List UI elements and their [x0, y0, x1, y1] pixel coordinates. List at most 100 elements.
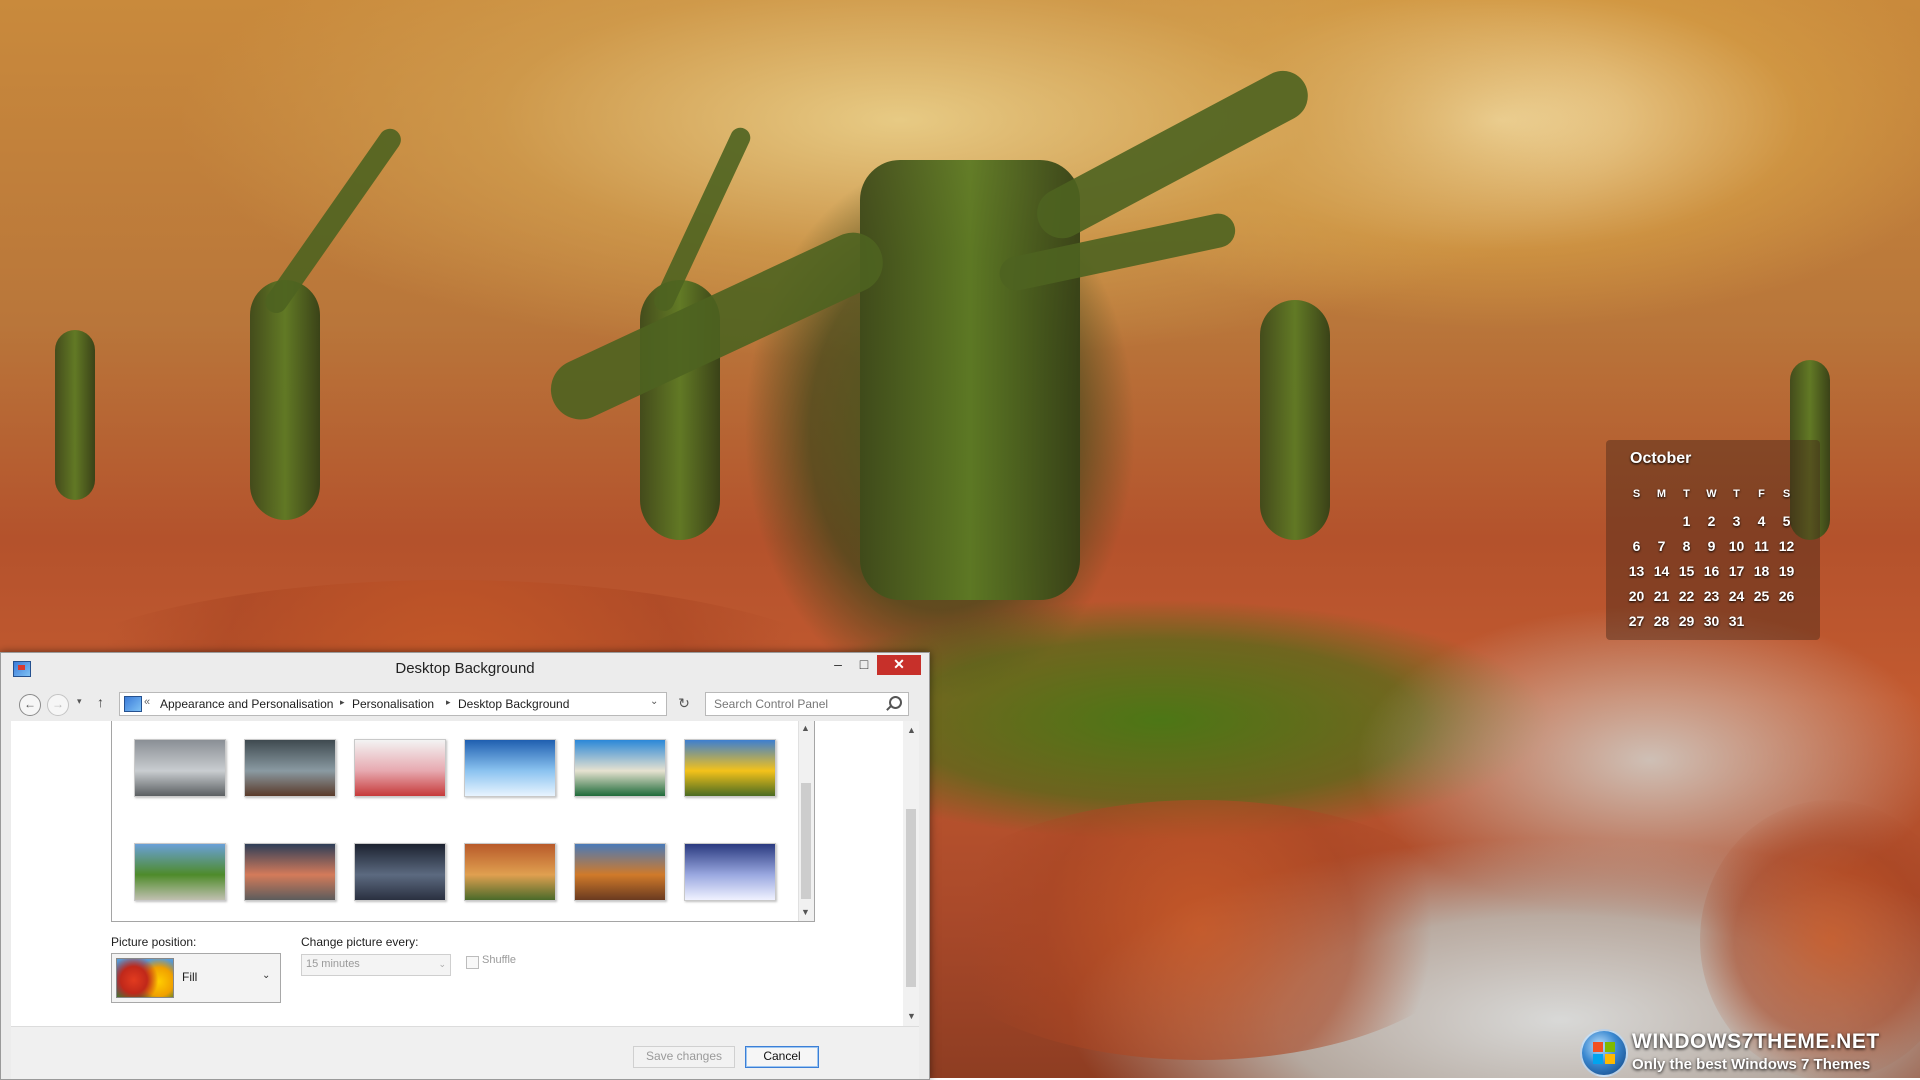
windows-logo-icon	[1580, 1029, 1628, 1077]
calendar-day: 12	[1778, 538, 1795, 554]
wallpaper-thumbnail-autumn-forest[interactable]	[464, 843, 556, 901]
wallpaper-tree-trunk	[1260, 300, 1330, 540]
picture-position-select[interactable]: Fill ⌄	[111, 953, 281, 1003]
window-footer: Save changes Cancel	[11, 1026, 919, 1079]
address-bar[interactable]: « Appearance and Personalisation ▸ Perso…	[119, 692, 667, 716]
calendar-day	[1624, 513, 1649, 531]
gallery-scroll-thumb[interactable]	[801, 783, 811, 899]
calendar-day: 13	[1628, 563, 1645, 579]
calendar-day: 23	[1703, 588, 1720, 604]
wallpaper-thumbnail-ocean-sunset[interactable]	[464, 739, 556, 797]
chevron-down-icon: ⌄	[438, 959, 446, 969]
gallery-scrollbar[interactable]: ▲ ▼	[798, 721, 814, 921]
cancel-button[interactable]: Cancel	[745, 1046, 819, 1068]
search-input[interactable]: Search Control Panel	[714, 697, 828, 711]
wallpaper-thumbnail-winter-night[interactable]	[684, 843, 776, 901]
picture-position-preview	[116, 958, 174, 998]
address-dropdown-icon[interactable]: ⌄	[650, 696, 658, 707]
content-area: ▲ ▼ Picture position: Fill ⌄ Change pict…	[11, 721, 919, 1026]
picture-position-label: Picture position:	[111, 935, 197, 949]
calendar-day: 25	[1753, 588, 1770, 604]
wallpaper-thumbnail-railway-tracks[interactable]	[244, 843, 336, 901]
main-scrollbar[interactable]: ▲ ▼	[903, 721, 919, 1026]
change-picture-label: Change picture every:	[301, 935, 419, 949]
wallpaper-thumbnail-city-night[interactable]	[354, 843, 446, 901]
calendar-day: 5	[1782, 513, 1791, 529]
back-button[interactable]: ←	[19, 694, 41, 716]
calendar-weekday: T	[1683, 488, 1690, 500]
close-button[interactable]: ✕	[877, 655, 921, 675]
wallpaper-thumbnail-cherry-blossom[interactable]	[354, 739, 446, 797]
navigation-bar: ← → ▾ ↑ « Appearance and Personalisation…	[1, 687, 929, 721]
main-scroll-thumb[interactable]	[906, 809, 916, 987]
calendar-grid: S M T W T F S 1 2 3 4 5 6 7 8 9 10 11 12…	[1624, 488, 1799, 631]
wallpaper-thumbnail-autumn-village[interactable]	[574, 843, 666, 901]
site-watermark: WINDOWS7THEME.NET Only the best Windows …	[1580, 1025, 1915, 1077]
scroll-up-icon[interactable]: ▲	[907, 725, 916, 735]
scroll-up-icon[interactable]: ▲	[801, 723, 810, 733]
window-title: Desktop Background	[395, 660, 535, 677]
calendar-day: 1	[1682, 513, 1691, 529]
watermark-title: WINDOWS7THEME.NET	[1632, 1030, 1880, 1053]
calendar-day: 26	[1778, 588, 1795, 604]
calendar-day: 29	[1678, 613, 1695, 629]
calendar-day: 21	[1653, 588, 1670, 604]
wallpaper-thumbnail-mountain-road[interactable]	[134, 843, 226, 901]
calendar-day: 22	[1678, 588, 1695, 604]
scroll-down-icon[interactable]: ▼	[801, 907, 810, 917]
calendar-day: 8	[1682, 538, 1691, 554]
maximize-button[interactable]: □	[851, 655, 877, 675]
calendar-weekday: S	[1632, 488, 1641, 500]
wallpaper-fallen-leaves	[920, 800, 1480, 1060]
wallpaper-thumbnail-tropical-beach[interactable]	[574, 739, 666, 797]
calendar-day	[1649, 513, 1674, 531]
calendar-day: 3	[1732, 513, 1741, 529]
scroll-down-icon[interactable]: ▼	[907, 1011, 916, 1021]
calendar-day: 14	[1653, 563, 1670, 579]
calendar-day: 18	[1753, 563, 1770, 579]
calendar-day: 9	[1707, 538, 1716, 554]
breadcrumb-desktop-background[interactable]: Desktop Background	[458, 697, 569, 711]
wallpaper-thumbnail-sunflower[interactable]	[684, 739, 776, 797]
breadcrumb-arrow-icon[interactable]: ▸	[446, 697, 451, 708]
wallpaper-thumbnail-misty-lake-trees[interactable]	[244, 739, 336, 797]
calendar-day: 2	[1707, 513, 1716, 529]
up-button[interactable]: ↑	[97, 694, 104, 710]
calendar-day: 19	[1778, 563, 1795, 579]
breadcrumb-appearance-and-personalisation[interactable]: Appearance and Personalisation	[160, 697, 333, 711]
calendar-weekday: T	[1733, 488, 1740, 500]
calendar-day: 28	[1653, 613, 1670, 629]
wallpaper-thumbnail-frosted-trees[interactable]	[134, 739, 226, 797]
calendar-day: 7	[1657, 538, 1666, 554]
change-interval-select[interactable]: 15 minutes ⌄	[301, 954, 451, 976]
search-box[interactable]: Search Control Panel	[705, 692, 909, 716]
wallpaper-branch	[260, 124, 406, 318]
calendar-day: 17	[1728, 563, 1745, 579]
calendar-day: 10	[1728, 538, 1745, 554]
refresh-icon[interactable]: ↻	[673, 692, 695, 714]
breadcrumb-arrow-icon[interactable]: ▸	[340, 697, 345, 708]
recent-locations-button[interactable]: ▾	[77, 696, 82, 707]
calendar-day: 31	[1728, 613, 1745, 629]
calendar-weekday: S	[1782, 488, 1791, 500]
breadcrumb-personalisation[interactable]: Personalisation	[352, 697, 434, 711]
calendar-weekday: M	[1656, 488, 1667, 500]
calendar-day: 6	[1632, 538, 1641, 554]
desktop-background-window[interactable]: Desktop Background – □ ✕ ← → ▾ ↑ « Appea…	[0, 652, 930, 1080]
shuffle-checkbox[interactable]	[466, 956, 479, 969]
calendar-day: 24	[1728, 588, 1745, 604]
calendar-day: 27	[1628, 613, 1645, 629]
breadcrumb-overflow[interactable]: «	[144, 696, 150, 708]
calendar-month: October	[1630, 450, 1692, 467]
search-icon[interactable]	[889, 696, 902, 709]
calendar-day: 11	[1754, 538, 1769, 554]
wallpaper-tree-trunk	[250, 280, 320, 520]
forward-button[interactable]: →	[47, 694, 69, 716]
save-changes-button[interactable]: Save changes	[633, 1046, 735, 1068]
minimize-button[interactable]: –	[825, 655, 851, 675]
calendar-day: 15	[1678, 563, 1695, 579]
calendar-weekday: F	[1758, 488, 1765, 500]
title-bar[interactable]: Desktop Background – □ ✕	[1, 653, 929, 683]
calendar-gadget[interactable]: October S M T W T F S 1 2 3 4 5 6 7 8 9 …	[1606, 440, 1820, 640]
calendar-day: 30	[1703, 613, 1720, 629]
